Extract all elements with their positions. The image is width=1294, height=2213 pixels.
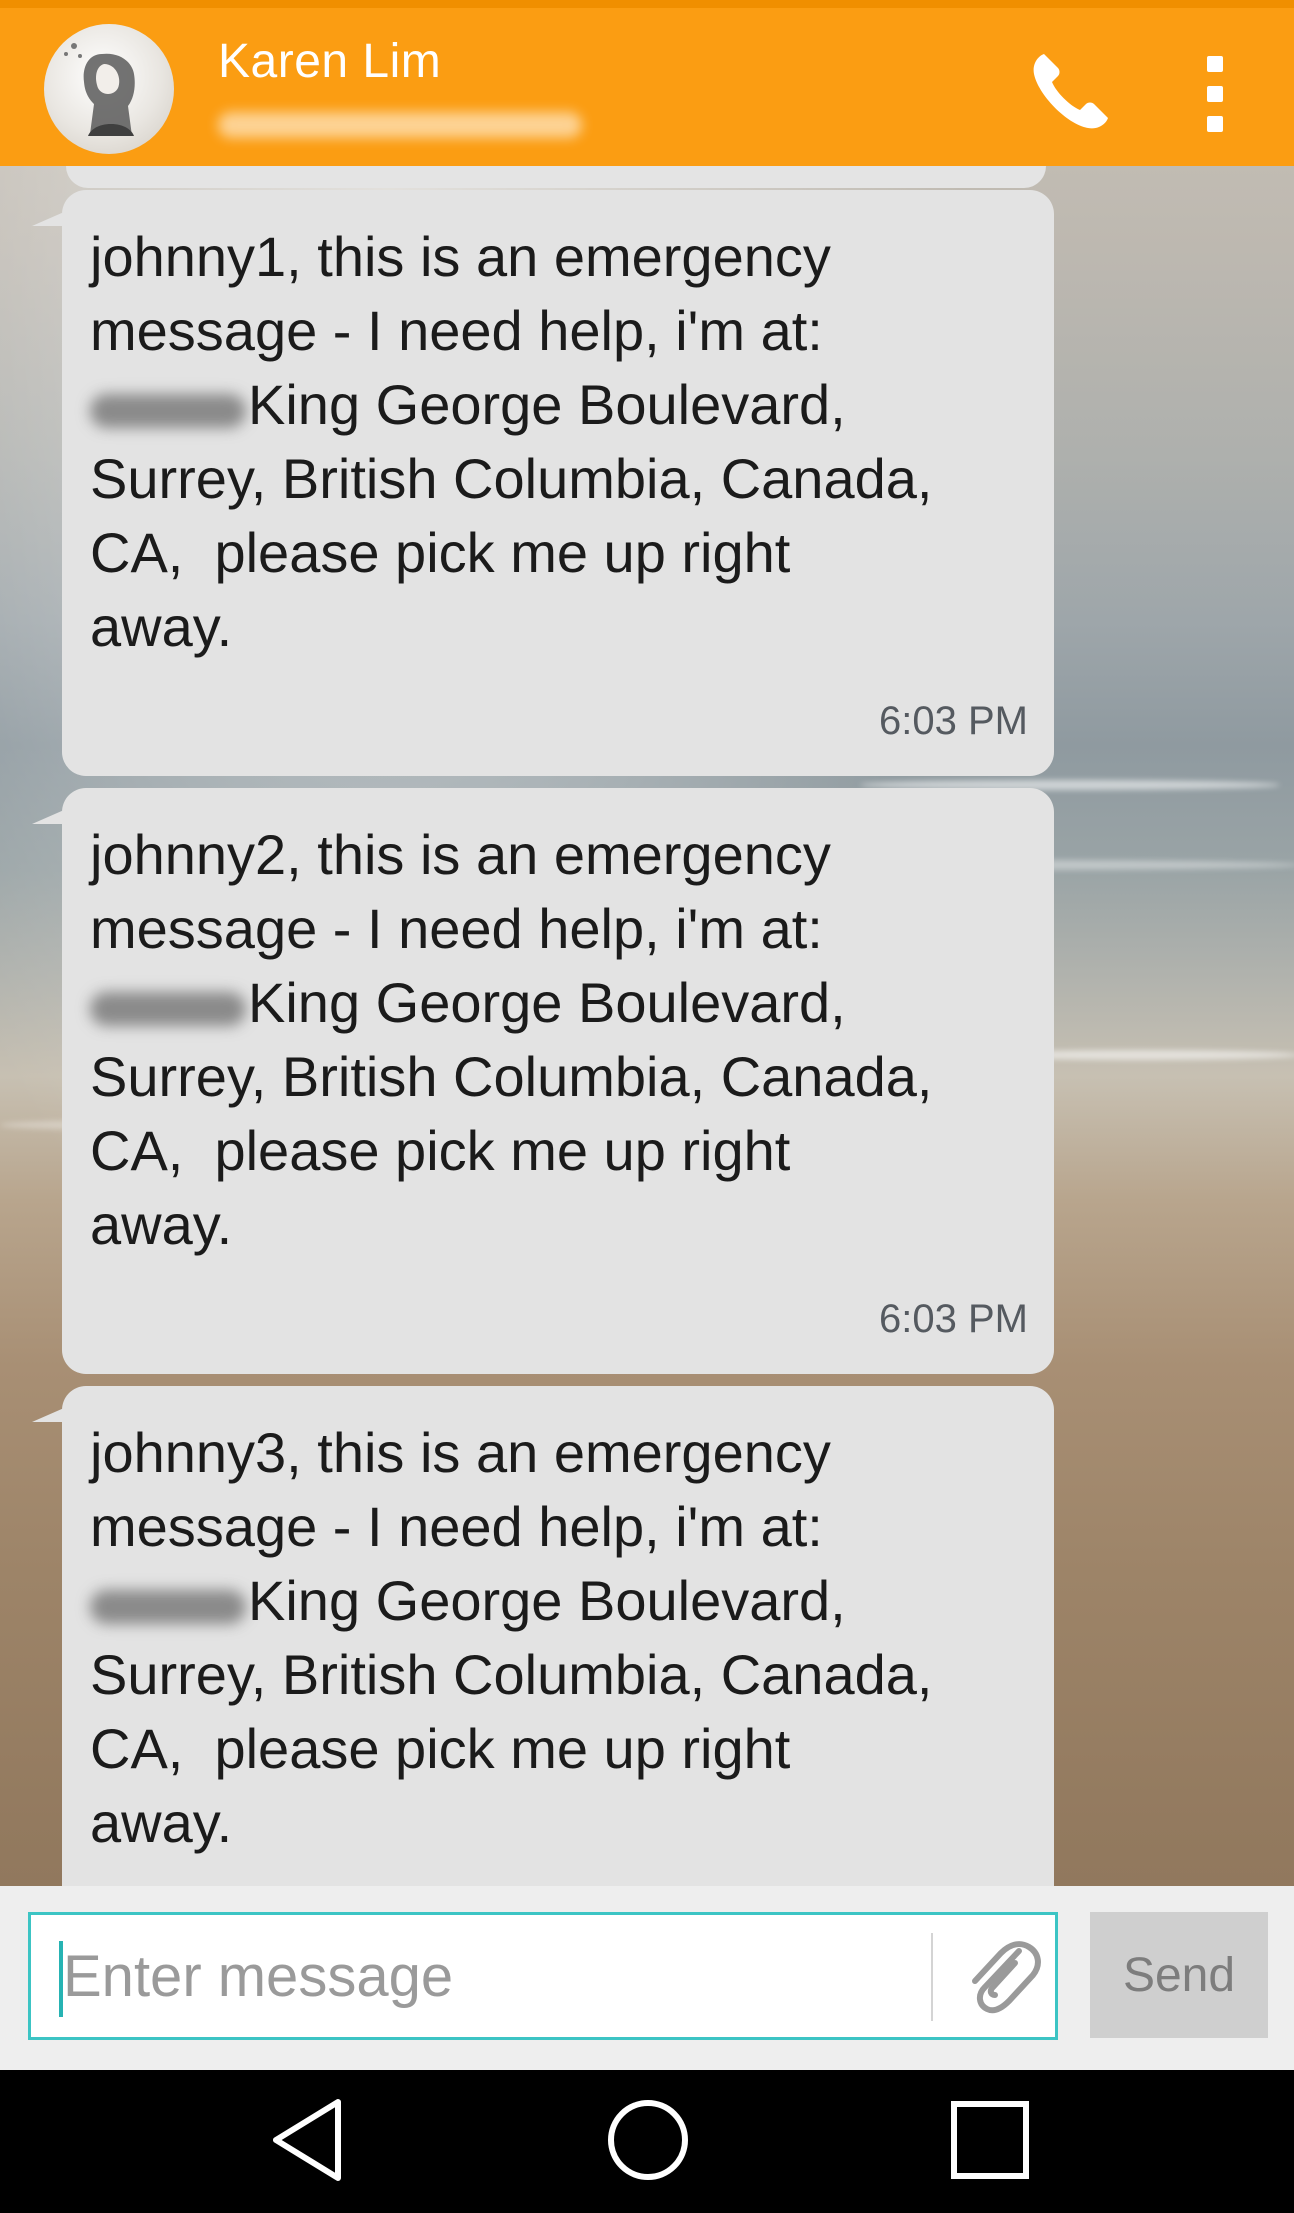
attach-button[interactable] xyxy=(957,1931,1047,2025)
message-text: johnny1, this is an emergency message - … xyxy=(90,225,933,658)
recents-square-icon xyxy=(951,2101,1029,2179)
message-text: johnny3, this is an emergency message - … xyxy=(90,1421,933,1854)
message-input-placeholder: Enter message xyxy=(63,1944,454,2009)
phone-icon xyxy=(1033,54,1108,129)
chat-screen: Karen Lim johnny1, this is an emergency … xyxy=(0,0,1294,2213)
back-button[interactable] xyxy=(258,2090,358,2190)
menu-dot-icon xyxy=(1207,86,1223,102)
input-divider xyxy=(931,1933,933,2021)
menu-dot-icon xyxy=(1207,116,1223,132)
message-text: johnny2, this is an emergency message - … xyxy=(90,823,933,1256)
message-bubble[interactable]: johnny1, this is an emergency message - … xyxy=(32,190,1054,776)
message-bubble[interactable]: johnny3, this is an emergency message - … xyxy=(32,1386,1054,1886)
previous-message-bubble xyxy=(66,166,1046,188)
message-composer: Enter message Send xyxy=(0,1886,1294,2070)
overflow-menu-button[interactable] xyxy=(1190,52,1240,136)
system-navigation-bar xyxy=(0,2070,1294,2213)
contact-avatar[interactable] xyxy=(44,24,174,154)
contact-name[interactable]: Karen Lim xyxy=(218,34,441,89)
chat-header: Karen Lim xyxy=(0,0,1294,166)
message-timestamp: 6:03 PM xyxy=(879,1297,1028,1341)
message-bubble[interactable]: johnny2, this is an emergency message - … xyxy=(32,788,1054,1374)
redacted-street-number xyxy=(90,1590,246,1624)
redacted-street-number xyxy=(90,394,246,428)
home-circle-icon xyxy=(608,2100,688,2180)
send-button[interactable]: Send xyxy=(1090,1912,1268,2038)
back-triangle-icon xyxy=(273,2099,341,2181)
home-button[interactable] xyxy=(598,2090,698,2190)
redacted-street-number xyxy=(90,992,246,1026)
paperclip-icon xyxy=(972,1941,1041,2014)
message-list[interactable]: johnny1, this is an emergency message - … xyxy=(0,166,1294,1886)
recents-button[interactable] xyxy=(940,2090,1040,2190)
message-timestamp: 6:03 PM xyxy=(879,699,1028,743)
contact-number-redacted xyxy=(218,112,582,138)
message-input[interactable]: Enter message xyxy=(28,1912,1058,2040)
call-button[interactable] xyxy=(1026,46,1116,136)
user-avatar-icon xyxy=(64,43,135,136)
menu-dot-icon xyxy=(1207,56,1223,72)
